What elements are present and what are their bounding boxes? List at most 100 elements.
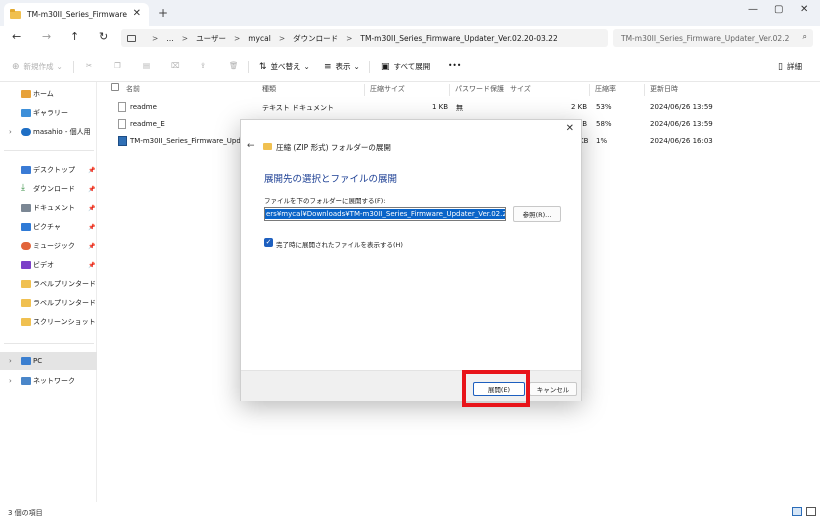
- details-view-icon[interactable]: [792, 507, 802, 516]
- address-bar[interactable]: > … > ユーザー > mycal > ダウンロード > TM-m30II_S…: [121, 29, 608, 47]
- chevron-right-icon[interactable]: ›: [9, 128, 12, 136]
- sidebar-divider: [4, 150, 94, 151]
- command-bar: ⊕ 新規作成 ⌄ ✂ ❐ ▤ ⌧ ⇪ 🗑 ⇅ 並べ替え ⌄ ≡ 表示 ⌄ ▣ す…: [0, 52, 820, 82]
- chevron-right-icon[interactable]: ›: [9, 357, 12, 365]
- destination-label: ファイルを下のフォルダーに展開する(F):: [264, 197, 386, 205]
- file-ratio: 53%: [596, 103, 612, 111]
- folder-icon: [10, 8, 21, 19]
- breadcrumb-mycal[interactable]: mycal: [248, 34, 271, 43]
- file-name: readme: [130, 103, 157, 111]
- toolbar-divider: [369, 61, 370, 73]
- file-password: 無: [456, 104, 463, 112]
- sidebar-item-onedrive[interactable]: › masahio - 個人用: [0, 123, 97, 141]
- details-pane-button[interactable]: ▯ 詳細: [778, 61, 802, 72]
- file-date: 2024/06/26 16:03: [650, 137, 713, 145]
- sidebar-item-pictures[interactable]: ピクチャ 📌: [0, 218, 97, 236]
- zip-folder-icon: [263, 143, 272, 150]
- select-all-checkbox[interactable]: [111, 83, 119, 91]
- column-header-name[interactable]: 名前: [126, 84, 140, 94]
- dialog-back-icon[interactable]: ←: [247, 141, 255, 151]
- folder-icon: [21, 299, 31, 307]
- tiles-view-icon[interactable]: [806, 507, 816, 516]
- delete-icon[interactable]: 🗑: [229, 61, 239, 70]
- column-divider[interactable]: [364, 84, 365, 96]
- sidebar-item-network[interactable]: › ネットワーク: [0, 372, 97, 390]
- sidebar-item-downloads[interactable]: ⤓ ダウンロード 📌: [0, 180, 97, 198]
- dialog-footer: 展開(E) キャンセル: [241, 370, 581, 401]
- sidebar-item-documents[interactable]: ドキュメント 📌: [0, 199, 97, 217]
- paste-icon[interactable]: ▤: [143, 61, 150, 70]
- sidebar-item-home[interactable]: ホーム: [0, 85, 97, 103]
- cancel-button[interactable]: キャンセル: [529, 382, 577, 396]
- network-icon: [21, 377, 31, 385]
- new-tab-icon[interactable]: +: [158, 6, 168, 20]
- column-divider[interactable]: [644, 84, 645, 96]
- destination-path-input[interactable]: ers¥mycal¥Downloads¥TM-m30II_Series_Firm…: [264, 207, 506, 221]
- sidebar-item-videos[interactable]: ビデオ 📌: [0, 256, 97, 274]
- status-bar: 3 個の項目: [0, 502, 820, 520]
- chevron-right-icon[interactable]: ›: [9, 377, 12, 385]
- sidebar-item-pc[interactable]: › PC: [0, 352, 97, 370]
- column-header-type[interactable]: 種類: [262, 84, 276, 94]
- cut-icon[interactable]: ✂: [86, 61, 92, 70]
- destination-path-value: ers¥mycal¥Downloads¥TM-m30II_Series_Firm…: [265, 209, 505, 219]
- column-header-password[interactable]: パスワード保護: [455, 84, 504, 94]
- sidebar-item-label-printer-driver-1[interactable]: ラベルプリンタードライバ: [0, 275, 97, 293]
- minimize-icon[interactable]: —: [748, 4, 758, 15]
- pin-icon[interactable]: 📌: [88, 262, 95, 269]
- table-row[interactable]: readme テキスト ドキュメント 1 KB 無 2 KB 53% 2024/…: [98, 99, 820, 116]
- up-icon[interactable]: ↑: [70, 30, 79, 43]
- extract-icon: ▣: [381, 61, 390, 72]
- window-close-icon[interactable]: ✕: [800, 4, 808, 15]
- sidebar-item-screenshots[interactable]: スクリーンショット: [0, 313, 97, 331]
- show-files-label[interactable]: 完了時に展開されたファイルを表示する(H): [276, 239, 403, 249]
- file-date: 2024/06/26 13:59: [650, 103, 713, 111]
- dialog-close-icon[interactable]: ✕: [566, 123, 574, 134]
- pin-icon[interactable]: 📌: [88, 167, 95, 174]
- maximize-icon[interactable]: ▢: [774, 4, 783, 15]
- more-options-icon[interactable]: •••: [448, 61, 461, 70]
- refresh-icon[interactable]: ↻: [99, 30, 108, 43]
- back-icon[interactable]: ←: [12, 30, 21, 43]
- column-header-date[interactable]: 更新日時: [650, 84, 678, 94]
- breadcrumb-users[interactable]: ユーザー: [196, 33, 226, 44]
- music-icon: [21, 242, 31, 250]
- new-plus-icon: ⊕: [12, 61, 20, 72]
- pin-icon[interactable]: 📌: [88, 224, 95, 231]
- item-count: 3 個の項目: [8, 509, 43, 517]
- close-tab-icon[interactable]: ✕: [133, 8, 141, 19]
- forward-icon[interactable]: →: [42, 30, 51, 43]
- column-header-ratio[interactable]: 圧縮率: [595, 84, 616, 94]
- breadcrumb-downloads[interactable]: ダウンロード: [293, 33, 338, 44]
- column-header-size[interactable]: サイズ: [510, 84, 531, 94]
- share-icon[interactable]: ⇪: [200, 61, 206, 70]
- search-input[interactable]: TM-m30II_Series_Firmware_Updater_Ver.02.…: [613, 29, 813, 47]
- sidebar-item-music[interactable]: ミュージック 📌: [0, 237, 97, 255]
- show-files-checkbox[interactable]: ✓: [264, 238, 273, 247]
- column-divider[interactable]: [449, 84, 450, 96]
- sidebar-item-gallery[interactable]: ギャラリー: [0, 104, 97, 122]
- dialog-heading: 展開先の選択とファイルの展開: [264, 174, 398, 185]
- sidebar-item-label-printer-driver-2[interactable]: ラベルプリンタードライバ: [0, 294, 97, 312]
- view-button[interactable]: ≡ 表示 ⌄: [324, 61, 360, 72]
- extract-all-button[interactable]: ▣ すべて展開: [381, 61, 430, 72]
- pin-icon[interactable]: 📌: [88, 205, 95, 212]
- videos-icon: [21, 261, 31, 269]
- new-button[interactable]: ⊕ 新規作成 ⌄: [12, 61, 63, 72]
- column-divider[interactable]: [589, 84, 590, 96]
- column-header-compressed-size[interactable]: 圧縮サイズ: [370, 84, 405, 94]
- rename-icon[interactable]: ⌧: [171, 61, 180, 70]
- copy-icon[interactable]: ❐: [114, 61, 121, 70]
- toolbar-divider: [248, 61, 249, 73]
- pin-icon[interactable]: 📌: [88, 186, 95, 193]
- breadcrumb-firmware-folder[interactable]: TM-m30II_Series_Firmware_Updater_Ver.02.…: [360, 34, 557, 43]
- folder-icon: [21, 318, 31, 326]
- details-pane-icon: ▯: [778, 61, 783, 72]
- browse-button[interactable]: 参照(R)...: [513, 206, 561, 222]
- pin-icon[interactable]: 📌: [88, 243, 95, 250]
- sidebar-item-desktop[interactable]: デスクトップ 📌: [0, 161, 97, 179]
- tab-firmware-folder[interactable]: TM-m30II_Series_Firmware_Up ✕: [4, 3, 149, 26]
- breadcrumb-more[interactable]: …: [166, 34, 174, 43]
- sort-button[interactable]: ⇅ 並べ替え ⌄: [259, 61, 310, 72]
- dialog-title: 圧縮 (ZIP 形式) フォルダーの展開: [276, 143, 391, 152]
